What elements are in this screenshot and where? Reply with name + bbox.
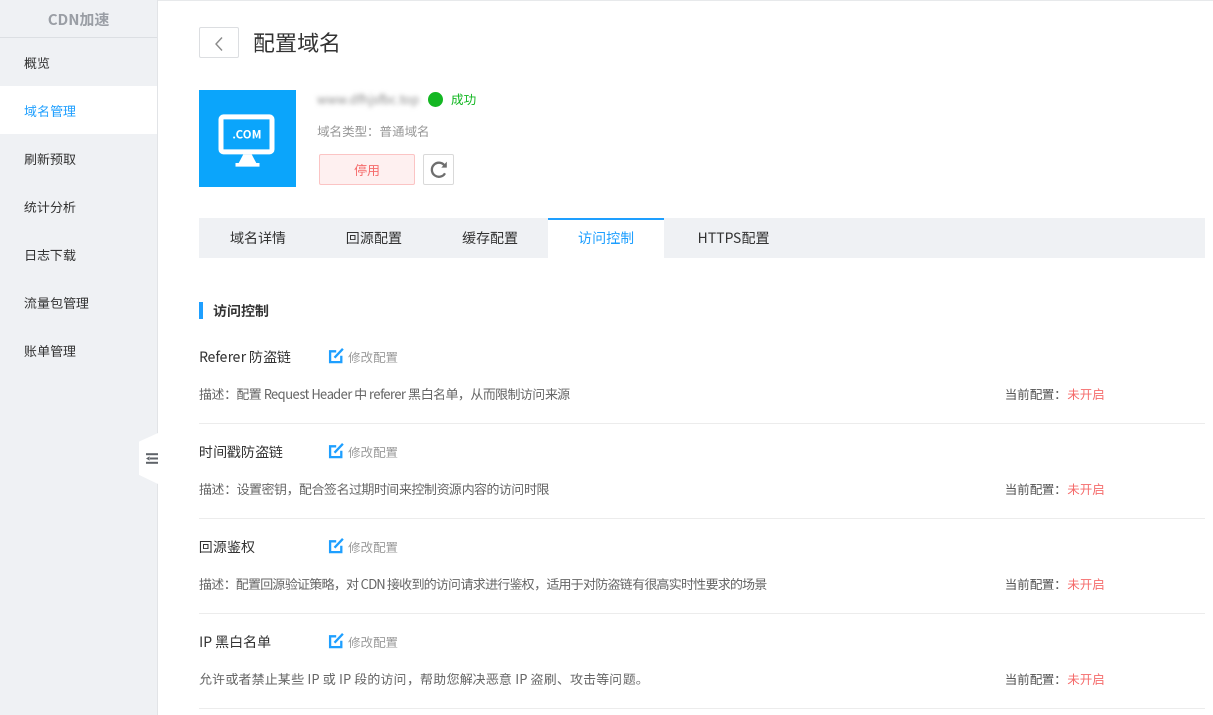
svg-text:.COM: .COM: [232, 127, 261, 143]
